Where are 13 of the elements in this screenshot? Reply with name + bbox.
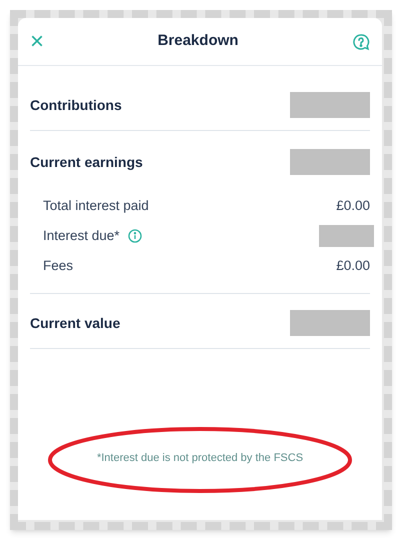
info-icon[interactable]: [128, 229, 142, 243]
section-label: Current value: [30, 314, 120, 332]
detail-label: Total interest paid: [43, 196, 149, 215]
dialog-title: Breakdown: [158, 31, 238, 52]
close-button[interactable]: ×: [30, 30, 44, 54]
amount-value: £0.00: [336, 196, 370, 215]
help-icon[interactable]: [352, 32, 370, 50]
detail-label: Interest due*: [43, 226, 120, 245]
footnote-text: *Interest due is not protected by the FSCS: [96, 450, 304, 466]
section-label: Current earnings: [30, 152, 143, 172]
detail-label: Fees: [43, 256, 74, 275]
amount-value: £0.00: [336, 256, 370, 275]
section-label: Contributions: [30, 96, 122, 114]
